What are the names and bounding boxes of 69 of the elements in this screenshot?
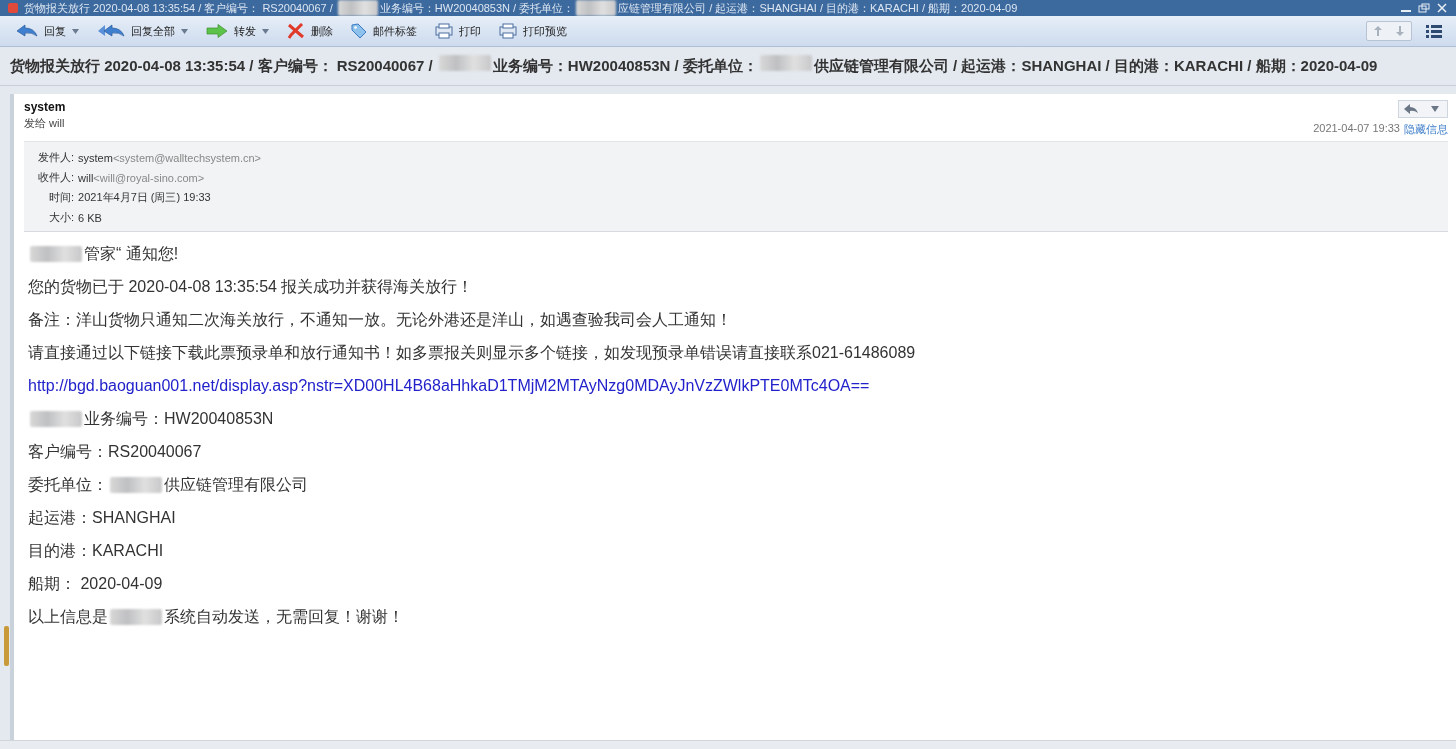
body-text: 供应链管理有限公司 bbox=[164, 475, 308, 495]
detail-value: 2021年4月7日 (周三) 19:33 bbox=[78, 190, 211, 205]
detail-value: system bbox=[78, 151, 113, 164]
title-text: 应链管理有限公司 / 起运港：SHANGHAI / 目的港：KARACHI / 船期：2020-04-09 bbox=[618, 0, 1018, 16]
reply-arrow-icon bbox=[16, 24, 38, 38]
reply-arrow-icon bbox=[1404, 104, 1418, 114]
subject-text: 供应链管理有限公司 / 起运港：SHANGHAI / 目的港：KARACHI / 船期：2020-04-09 bbox=[813, 57, 1378, 74]
caret-icon bbox=[72, 28, 79, 34]
detail-label: 大小: bbox=[48, 210, 75, 225]
body-text: 委托单位： bbox=[28, 475, 108, 495]
message-date: 2021-04-07 19:33 bbox=[1313, 122, 1400, 136]
email-address: <will@royal-sino.com> bbox=[93, 171, 205, 184]
hide-details-link[interactable]: 隐藏信息 bbox=[1404, 122, 1448, 137]
printer-icon bbox=[435, 23, 453, 39]
tag-icon bbox=[351, 23, 367, 39]
subject-text: 业务编号：HW20040853N / 委托单位： bbox=[492, 57, 758, 74]
blurred-redaction bbox=[759, 55, 812, 71]
detail-label: 时间: bbox=[48, 190, 75, 205]
title-text: 货物报关放行 2020-04-08 13:35:54 / 客户编号： RS20040067 / bbox=[24, 0, 334, 16]
printer-icon bbox=[499, 23, 517, 39]
toolbar-button[interactable]: 转发 bbox=[204, 21, 271, 41]
body-text: 请直接通过以下链接下载此票预录单和放行通知书！如多票报关则显示多个链接，如发现预录单错误请直接联系021-61486089 bbox=[28, 343, 916, 363]
down-arrow-icon bbox=[1396, 26, 1404, 36]
blurred-redaction bbox=[110, 477, 162, 493]
restore-icon[interactable] bbox=[1418, 3, 1430, 13]
caret-icon bbox=[1431, 106, 1439, 112]
horizontal-scrollbar[interactable] bbox=[0, 740, 1456, 749]
body-text: 客户编号：RS20040067 bbox=[28, 442, 202, 462]
email-address: <system@walltechsystem.cn> bbox=[112, 151, 261, 164]
blurred-redaction bbox=[30, 411, 82, 427]
body-text: 管家“ 通知您! bbox=[84, 244, 179, 264]
recipient-text: 发给 will bbox=[24, 116, 66, 131]
body-text: 起运港：SHANGHAI bbox=[28, 508, 176, 528]
title-text: 业务编号：HW20040853N / 委托单位： bbox=[379, 0, 575, 16]
body-text: 您的货物已于 2020-04-08 13:35:54 报关成功并获得海关放行！ bbox=[28, 277, 474, 297]
body-text: 系统自动发送，无需回复！谢谢！ bbox=[164, 607, 404, 627]
subject-text: 货物报关放行 2020-04-08 13:35:54 / 客户编号： RS20040067 / bbox=[10, 57, 434, 74]
body-text: 业务编号：HW20040853N bbox=[84, 409, 274, 429]
body-text: 备注：洋山货物只通知二次海关放行，不通知一放。无论外港还是洋山，如遇查验我司会人工通知！ bbox=[28, 310, 732, 330]
caret-icon bbox=[181, 28, 188, 34]
detail-value: 6 KB bbox=[78, 211, 102, 224]
detail-label: 发件人: bbox=[38, 150, 75, 165]
body-text: 以上信息是 bbox=[28, 607, 108, 627]
scroll-handle[interactable] bbox=[4, 626, 9, 666]
close-icon[interactable] bbox=[1436, 3, 1448, 13]
blurred-redaction bbox=[337, 0, 378, 16]
body-text: 目的港：KARACHI bbox=[28, 541, 164, 561]
up-arrow-icon bbox=[1374, 26, 1382, 36]
detail-label: 收件人: bbox=[38, 170, 75, 185]
list-icon[interactable] bbox=[1426, 24, 1442, 38]
blurred-redaction bbox=[576, 0, 617, 16]
toolbar-button[interactable]: 回复 bbox=[14, 21, 81, 41]
toolbar-button[interactable]: 回复全部 bbox=[95, 21, 190, 41]
sender-name: system bbox=[24, 100, 66, 114]
app-icon bbox=[8, 3, 18, 13]
blurred-redaction bbox=[110, 609, 162, 625]
blurred-redaction bbox=[30, 246, 82, 262]
blurred-redaction bbox=[438, 55, 491, 71]
toolbar-button[interactable]: 打印预览 bbox=[497, 21, 569, 41]
toolbar-button[interactable]: 邮件标签 bbox=[349, 21, 419, 41]
toolbar-button[interactable]: 打印 bbox=[433, 21, 483, 41]
detail-value: will bbox=[78, 171, 94, 184]
caret-icon bbox=[262, 28, 269, 34]
body-text: 船期： 2020-04-09 bbox=[28, 574, 163, 594]
double-arrow-icon bbox=[97, 24, 125, 38]
cross-icon bbox=[287, 23, 305, 39]
right-arrow-icon bbox=[206, 24, 228, 38]
toolbar-button[interactable]: 删除 bbox=[285, 21, 335, 41]
link-text[interactable]: http://bgd.baoguan001.net/display.asp?nstr=XD00HL4B68aHhkaD1TMjM2MTAyNzg0MDAyJnVzZWlkPTE0MTc4OA== bbox=[28, 376, 870, 396]
